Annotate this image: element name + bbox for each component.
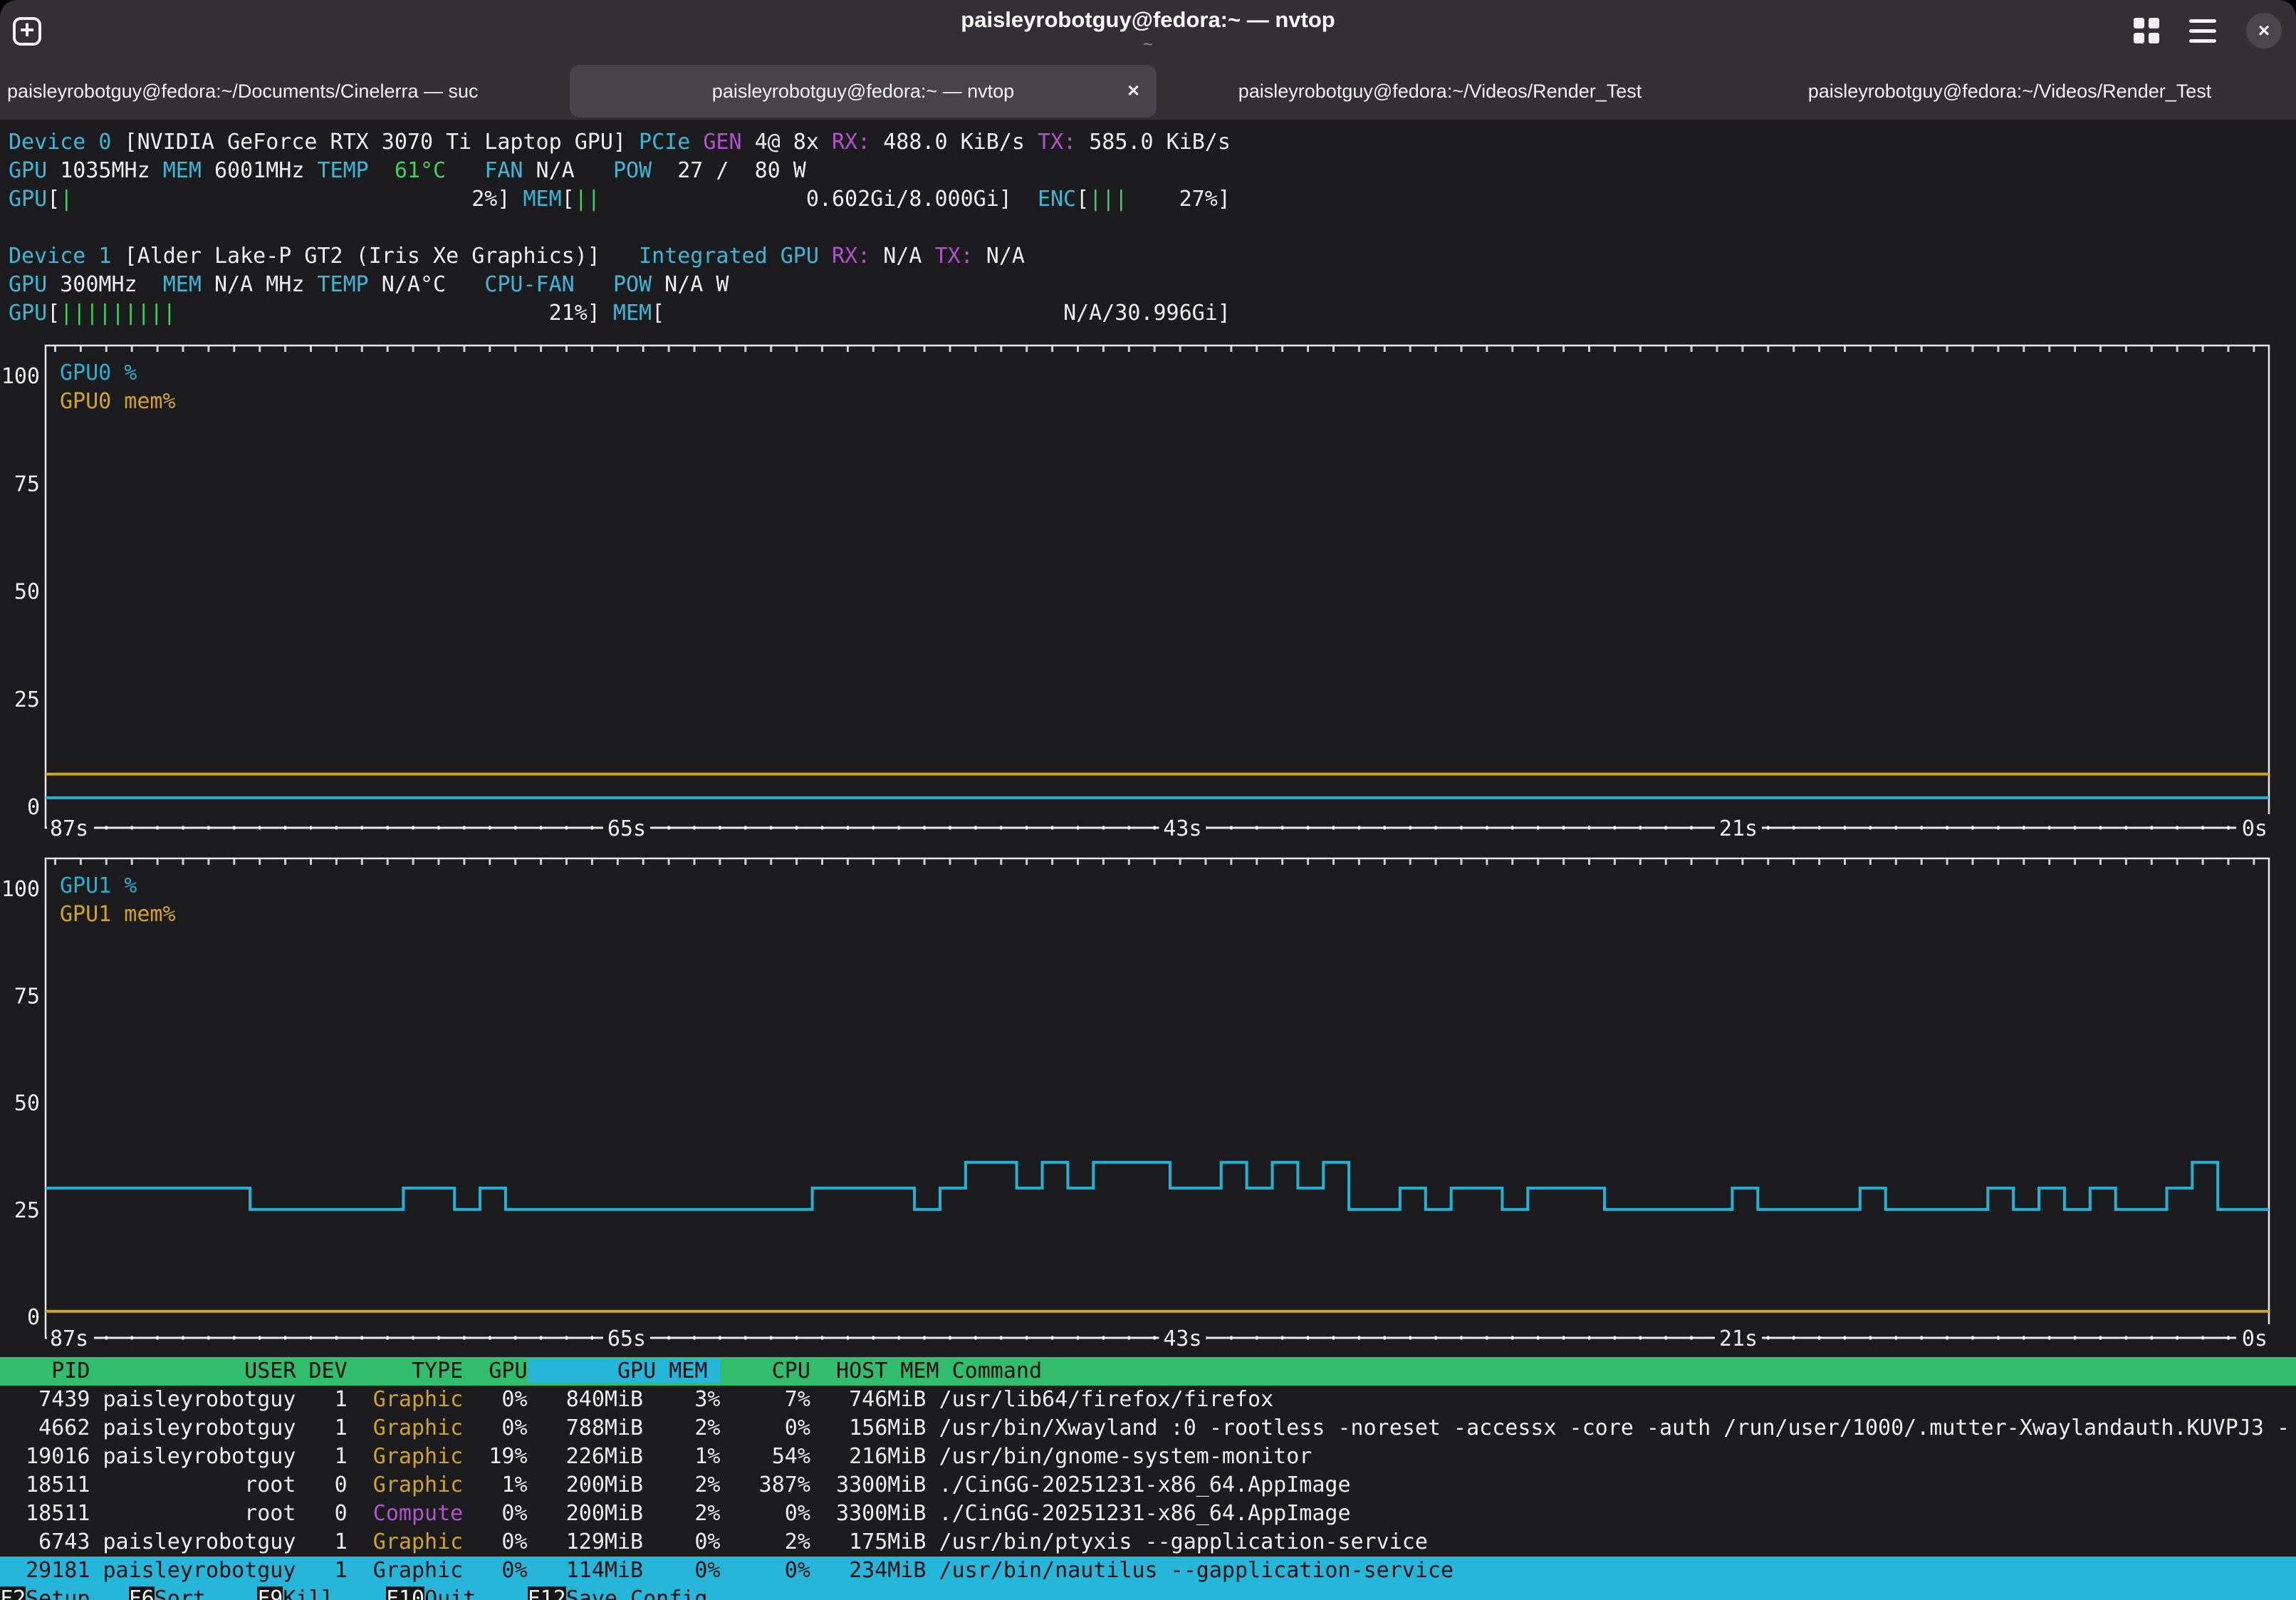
process-command: /usr/bin/gnome-system-monitor bbox=[926, 1444, 1312, 1469]
y-tick-label: 25 bbox=[14, 1198, 40, 1223]
gpu1-series-cyan bbox=[46, 1163, 2269, 1210]
x-tick-label: 21s bbox=[1719, 1326, 1758, 1351]
f10-key[interactable]: F10 bbox=[386, 1586, 424, 1600]
new-tab-button[interactable]: + bbox=[13, 17, 41, 46]
tab-label: paisleyrobotguy@fedora:~/Videos/Render_T… bbox=[1808, 80, 2212, 103]
close-icon: × bbox=[2258, 21, 2270, 41]
process-table-header: PID USER DEV TYPE GPU GPU MEM CPU HOST M… bbox=[0, 1357, 2296, 1386]
process-command: /usr/bin/Xwayland :0 -rootless -noreset … bbox=[926, 1415, 2290, 1440]
f2-action-label: Setup bbox=[26, 1586, 129, 1600]
x-tick-label: 65s bbox=[607, 816, 646, 841]
process-row[interactable]: 19016 paisleyrobotguy 1 Graphic 19% 226M… bbox=[0, 1443, 2296, 1471]
window-title: paisleyrobotguy@fedora:~ — nvtop bbox=[961, 6, 1335, 34]
gpu0-history-graph: 100 75 50 25 0 87s 65s 43s 21s 0s GPU0 % GPU0 mem% bbox=[0, 331, 2296, 858]
y-tick-label: 50 bbox=[14, 580, 40, 605]
function-key-bar: F2Setup F6Sort F9Kill F10Quit F12Save Co… bbox=[0, 1585, 2296, 1600]
menu-button[interactable] bbox=[2189, 19, 2216, 43]
device-line: Device 0 [NVIDIA GeForce RTX 3070 Ti Lap… bbox=[9, 128, 2296, 157]
y-tick-label: 0 bbox=[27, 1305, 40, 1330]
x-tick-label: 43s bbox=[1163, 816, 1201, 841]
process-table: PID USER DEV TYPE GPU GPU MEM CPU HOST M… bbox=[0, 1357, 2296, 1585]
process-command: ./CinGG-20251231-x86_64.AppImage bbox=[926, 1472, 1350, 1497]
f9-action-label: Kill bbox=[283, 1586, 386, 1600]
legend-gpu1-: GPU1 % bbox=[60, 873, 137, 898]
terminal-content: Device 0 [NVIDIA GeForce RTX 3070 Ti Lap… bbox=[0, 120, 2296, 1600]
tab-3[interactable]: paisleyrobotguy@fedora:~/Videos/Render_T… bbox=[1723, 65, 2296, 118]
device-line: GPU 1035MHz MEM 6001MHz TEMP 61°C FAN N/… bbox=[9, 157, 2296, 185]
x-tick-label: 0s bbox=[2242, 1326, 2268, 1351]
f12-key[interactable]: F12 bbox=[528, 1586, 566, 1600]
window-controls: × bbox=[2134, 13, 2282, 48]
tab-label: paisleyrobotguy@fedora:~/Videos/Render_T… bbox=[1238, 80, 1642, 103]
device-summary: Device 0 [NVIDIA GeForce RTX 3070 Ti Lap… bbox=[9, 128, 2296, 328]
y-tick-label: 100 bbox=[1, 877, 40, 902]
device-line: GPU[||||||||| 21%] MEM[ N/A/30.996Gi] bbox=[9, 299, 2296, 328]
gpu1-history-graph: 100 75 50 25 0 87s 65s 43s 21s 0s GPU1 % GPU1 mem% bbox=[0, 851, 2296, 1368]
plus-icon: + bbox=[19, 17, 34, 43]
y-tick-label: 25 bbox=[14, 687, 40, 712]
table-header-text: CPU HOST MEM Command bbox=[720, 1359, 1042, 1383]
process-command: /usr/bin/ptyxis --gapplication-service bbox=[926, 1529, 1427, 1554]
y-tick-label: 75 bbox=[14, 984, 40, 1009]
process-row[interactable]: 6743 paisleyrobotguy 1 Graphic 0% 129MiB… bbox=[0, 1528, 2296, 1557]
process-row[interactable]: 7439 paisleyrobotguy 1 Graphic 0% 840MiB… bbox=[0, 1386, 2296, 1414]
x-tick-label: 43s bbox=[1163, 1326, 1201, 1351]
y-tick-label: 75 bbox=[14, 472, 40, 497]
process-row[interactable]: 18511 root 0 Compute 0% 200MiB 2% 0% 330… bbox=[0, 1500, 2296, 1528]
device-line: GPU 300MHz MEM N/A MHz TEMP N/A°C CPU-FA… bbox=[9, 271, 2296, 299]
blank-line bbox=[9, 214, 2296, 242]
tab-label: paisleyrobotguy@fedora:~ — nvtop bbox=[712, 80, 1014, 103]
window-titlebar: + paisleyrobotguy@fedora:~ — nvtop ~ × bbox=[0, 0, 2296, 63]
tab-bar: paisleyrobotguy@fedora:~/Documents/Cinel… bbox=[0, 63, 2296, 120]
window-title-group: paisleyrobotguy@fedora:~ — nvtop ~ bbox=[961, 6, 1335, 54]
process-command: /usr/lib64/firefox/firefox bbox=[926, 1387, 1273, 1412]
legend-gpu1-mem-: GPU1 mem% bbox=[60, 902, 176, 927]
tab-label: paisleyrobotguy@fedora:~/Documents/Cinel… bbox=[7, 80, 478, 103]
tab-1[interactable]: paisleyrobotguy@fedora:~ — nvtop × bbox=[570, 65, 1157, 118]
process-command: ./CinGG-20251231-x86_64.AppImage bbox=[926, 1501, 1350, 1526]
process-row[interactable]: 29181 paisleyrobotguy 1 Graphic 0% 114Mi… bbox=[0, 1557, 2296, 1585]
f10-action-label: Quit bbox=[424, 1586, 528, 1600]
device-line: GPU[| 2%] MEM[|| 0.602Gi/8.000Gi] ENC[||… bbox=[9, 185, 2296, 214]
process-command: /usr/bin/nautilus --gapplication-service bbox=[926, 1558, 1454, 1583]
process-row[interactable]: 4662 paisleyrobotguy 1 Graphic 0% 788MiB… bbox=[0, 1414, 2296, 1443]
x-tick-label: 87s bbox=[50, 1326, 88, 1351]
f6-key[interactable]: F6 bbox=[129, 1586, 155, 1600]
terminal-window: + paisleyrobotguy@fedora:~ — nvtop ~ × p… bbox=[0, 0, 2296, 1600]
y-tick-label: 100 bbox=[1, 364, 40, 389]
tab-0[interactable]: paisleyrobotguy@fedora:~/Documents/Cinel… bbox=[0, 65, 570, 118]
window-subtitle: ~ bbox=[961, 34, 1335, 54]
x-tick-label: 0s bbox=[2242, 816, 2268, 841]
window-close-button[interactable]: × bbox=[2246, 13, 2282, 48]
x-tick-label: 87s bbox=[50, 816, 88, 841]
table-header-text: PID USER DEV TYPE GPU bbox=[0, 1359, 528, 1383]
x-tick-label: 65s bbox=[607, 1326, 646, 1351]
process-row[interactable]: 18511 root 0 Graphic 1% 200MiB 2% 387% 3… bbox=[0, 1471, 2296, 1500]
sort-column-header[interactable]: GPU MEM bbox=[528, 1359, 721, 1383]
legend-gpu0-: GPU0 % bbox=[60, 360, 137, 385]
legend-gpu0-mem-: GPU0 mem% bbox=[60, 389, 176, 414]
f12-action-label: Save Config bbox=[566, 1586, 708, 1600]
f9-key[interactable]: F9 bbox=[257, 1586, 283, 1600]
device-line: Device 1 [Alder Lake-P GT2 (Iris Xe Grap… bbox=[9, 242, 2296, 271]
y-tick-label: 50 bbox=[14, 1091, 40, 1116]
f2-key[interactable]: F2 bbox=[0, 1586, 26, 1600]
x-tick-label: 21s bbox=[1719, 816, 1758, 841]
tab-2[interactable]: paisleyrobotguy@fedora:~/Videos/Render_T… bbox=[1157, 65, 1723, 118]
y-tick-label: 0 bbox=[27, 795, 40, 820]
tab-overview-button[interactable] bbox=[2134, 18, 2159, 43]
f6-action-label: Sort bbox=[155, 1586, 258, 1600]
tab-close-button[interactable]: × bbox=[1127, 80, 1139, 103]
